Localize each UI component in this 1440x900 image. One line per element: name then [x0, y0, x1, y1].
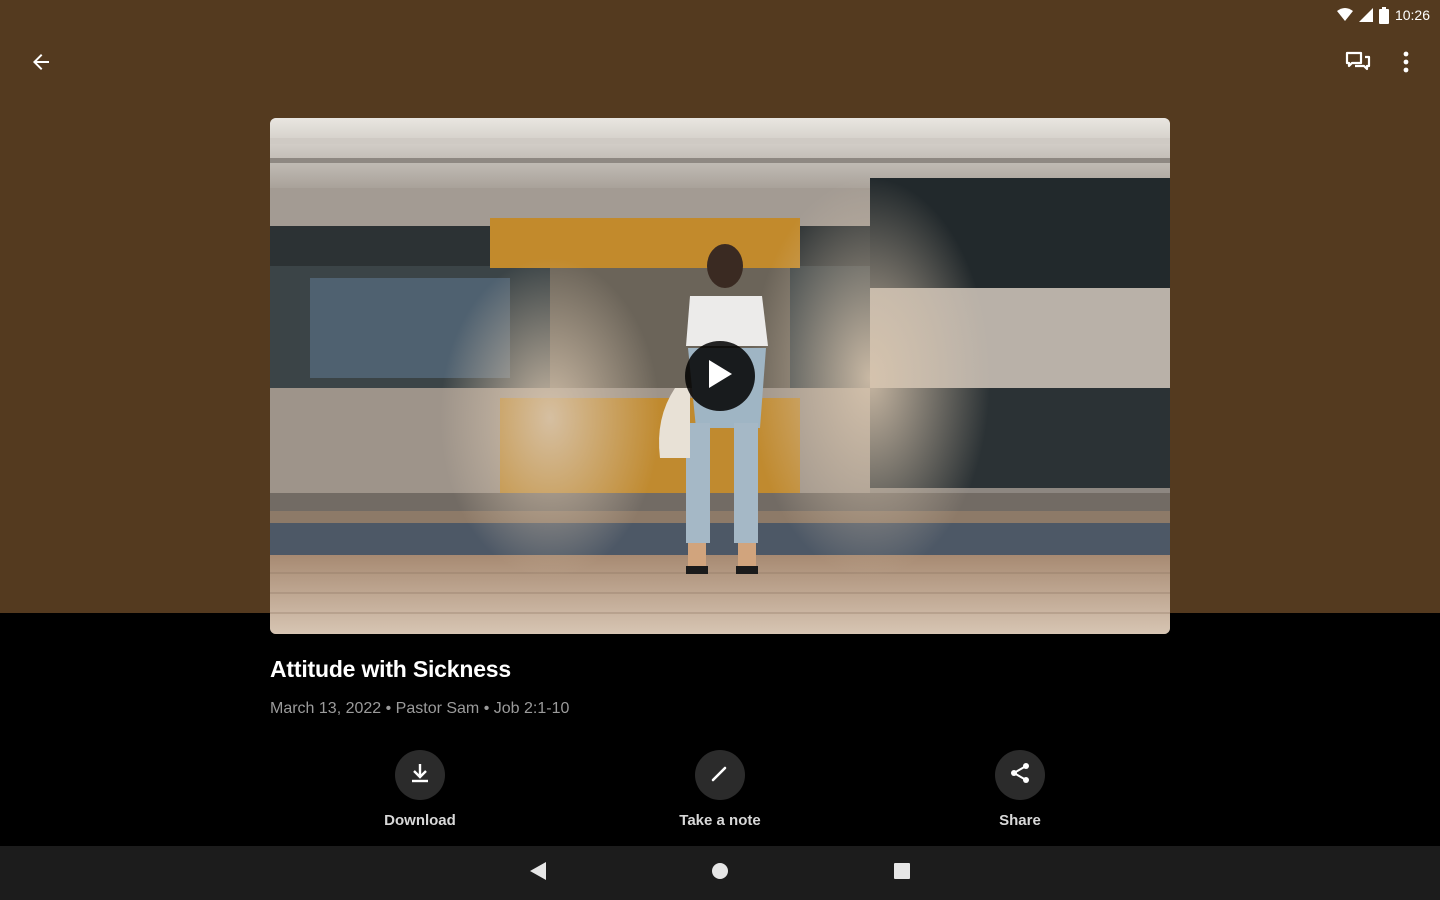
share-label: Share [999, 812, 1041, 829]
video-player[interactable] [270, 118, 1170, 634]
status-bar: 10:26 [1336, 4, 1430, 26]
play-button[interactable] [685, 341, 755, 411]
top-toolbar [0, 40, 1440, 88]
chat-bubbles-icon [1345, 50, 1371, 79]
download-button[interactable]: Download [340, 750, 500, 829]
download-icon [409, 762, 431, 789]
system-navigation-bar [0, 846, 1440, 900]
download-circle [395, 750, 445, 800]
sermon-meta: March 13, 2022 • Pastor Sam • Job 2:1-10 [270, 700, 570, 717]
take-note-button[interactable]: Take a note [640, 750, 800, 829]
nav-home-button[interactable] [705, 858, 735, 888]
more-vertical-icon [1403, 51, 1409, 78]
sermon-title: Attitude with Sickness [270, 656, 511, 682]
arrow-left-icon [29, 50, 53, 79]
share-circle [995, 750, 1045, 800]
take-note-circle [695, 750, 745, 800]
nav-back-button[interactable] [523, 858, 553, 888]
back-button[interactable] [21, 44, 61, 84]
square-recents-icon [893, 862, 911, 885]
status-time: 10:26 [1394, 7, 1430, 23]
share-button[interactable]: Share [940, 750, 1100, 829]
share-icon [1008, 761, 1032, 790]
play-icon [707, 359, 733, 394]
take-note-label: Take a note [679, 812, 761, 829]
battery-icon [1378, 6, 1389, 24]
download-label: Download [384, 812, 456, 829]
chat-button[interactable] [1338, 44, 1378, 84]
nav-recents-button[interactable] [887, 858, 917, 888]
more-options-button[interactable] [1386, 44, 1426, 84]
pencil-icon [709, 762, 731, 789]
wifi-icon [1336, 8, 1353, 22]
signal-icon [1358, 8, 1373, 22]
triangle-back-icon [529, 861, 547, 886]
circle-home-icon [711, 862, 729, 885]
